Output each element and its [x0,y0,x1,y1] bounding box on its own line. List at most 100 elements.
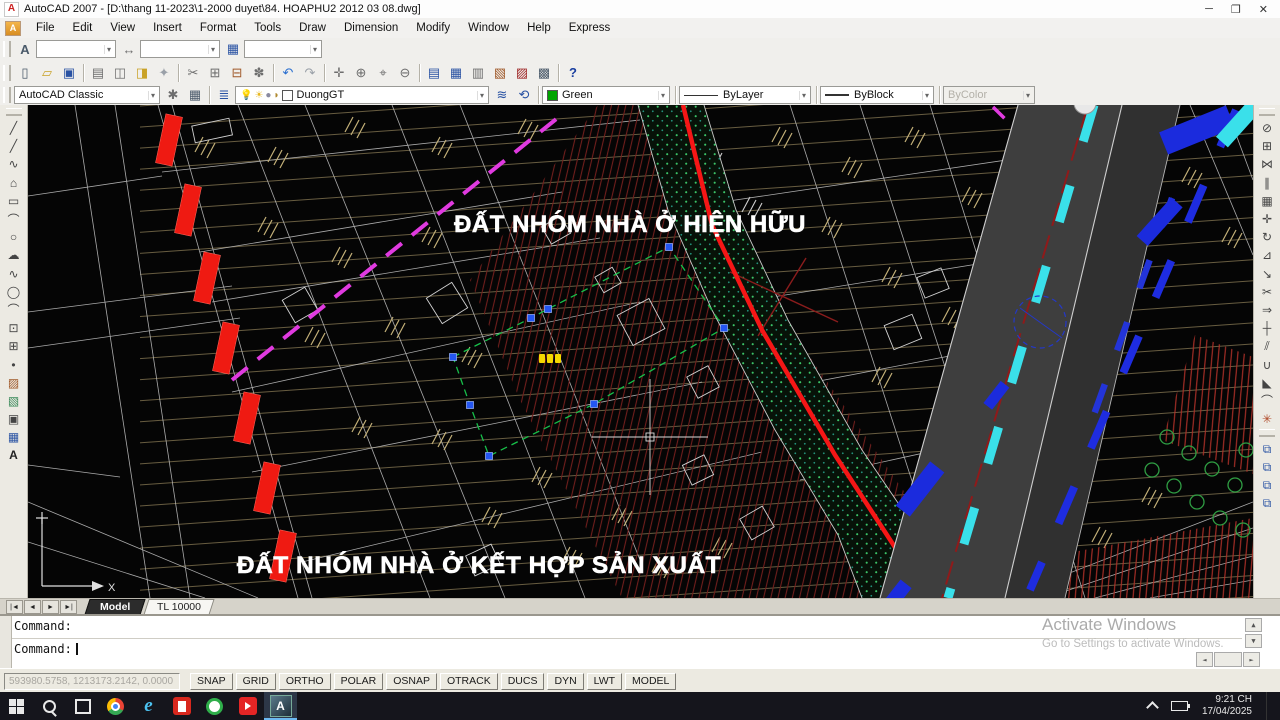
break-at-point-tool-icon[interactable]: ┼ [1256,319,1278,337]
rectangle-tool-icon[interactable]: ▭ [3,192,25,210]
save-icon[interactable]: ▣ [58,63,80,83]
ellipse-tool-icon[interactable]: ◯ [3,283,25,301]
stretch-tool-icon[interactable]: ↘ [1256,265,1278,283]
tray-expand-icon[interactable] [1146,701,1159,714]
taskbar-coccoc[interactable] [198,692,231,720]
tab-last-button[interactable]: ►| [60,600,77,614]
offset-tool-icon[interactable]: ∥ [1256,174,1278,192]
task-view-button[interactable] [66,692,99,720]
tab-model[interactable]: Model [84,599,146,615]
break-tool-icon[interactable]: ⫽ [1256,337,1278,355]
join-tool-icon[interactable]: ∪ [1256,355,1278,373]
match-properties-icon[interactable]: ✽ [248,63,270,83]
text-style-combo[interactable]: ▾ [36,40,116,58]
toolbar-grip[interactable] [6,108,22,116]
osnap-toggle[interactable]: OSNAP [386,673,437,690]
toolbar-grip[interactable] [3,87,11,103]
maximize-button[interactable]: ❐ [1231,3,1241,16]
designcenter-icon[interactable]: ▦ [445,63,467,83]
array-tool-icon[interactable]: ▦ [1256,192,1278,210]
lwt-toggle[interactable]: LWT [587,673,622,690]
trim-tool-icon[interactable]: ✂ [1256,283,1278,301]
color-combo[interactable]: Green▾ [542,86,670,104]
layer-properties-icon[interactable]: ≣ [213,85,235,105]
menu-dimension[interactable]: Dimension [335,20,407,36]
hatch-tool-icon[interactable]: ▨ [3,374,25,392]
tab-next-button[interactable]: ► [42,600,59,614]
draworder-front-icon[interactable]: ⧉ [1256,440,1278,458]
construction-line-tool-icon[interactable]: ╱ [3,137,25,155]
command-line-window[interactable]: Command: Command: ▲ ▼ ◄ ► [0,614,1280,670]
ellipse-arc-tool-icon[interactable]: ⌒ [3,301,25,319]
mirror-tool-icon[interactable]: ⋈ [1256,155,1278,173]
sheet-set-manager-icon[interactable]: ▧ [489,63,511,83]
draworder-under-icon[interactable]: ⧉ [1256,495,1278,513]
workspace-combo[interactable]: AutoCAD Classic▾ [14,86,160,104]
menu-express[interactable]: Express [560,20,620,36]
ortho-toggle[interactable]: ORTHO [279,673,331,690]
toolbar-grip[interactable] [3,41,11,57]
lineweight-combo[interactable]: ByBlock▾ [820,86,934,104]
make-block-tool-icon[interactable]: ⊞ [3,337,25,355]
menu-edit[interactable]: Edit [64,20,102,36]
properties-icon[interactable]: ▤ [423,63,445,83]
taskbar-red-app[interactable] [165,692,198,720]
minimize-button[interactable]: ─ [1205,3,1213,16]
copy-clip-icon[interactable]: ⊞ [204,63,226,83]
zoom-realtime-icon[interactable]: ⊕ [350,63,372,83]
help-icon[interactable]: ? [562,63,584,83]
line-tool-icon[interactable]: ╱ [3,119,25,137]
taskbar-search-button[interactable] [33,692,66,720]
save-workspace-icon[interactable]: ▦ [184,85,206,105]
draworder-above-icon[interactable]: ⧉ [1256,477,1278,495]
region-tool-icon[interactable]: ▣ [3,410,25,428]
undo-icon[interactable]: ↶ [277,63,299,83]
menu-modify[interactable]: Modify [407,20,459,36]
layer-combo[interactable]: 💡 ☀ ● ◗ DuongGT▾ [235,86,489,104]
toolbar-grip[interactable] [3,65,11,81]
scroll-left-icon[interactable]: ◄ [1196,652,1213,667]
tool-palettes-icon[interactable]: ▥ [467,63,489,83]
extend-tool-icon[interactable]: ⇒ [1256,301,1278,319]
new-icon[interactable]: ▯ [14,63,36,83]
plot-icon[interactable]: ▤ [87,63,109,83]
fillet-tool-icon[interactable]: ⌒ [1256,392,1278,410]
paste-icon[interactable]: ⊟ [226,63,248,83]
command-horizontal-scrollbar[interactable]: ◄ ► [1196,652,1260,667]
zoom-previous-icon[interactable]: ⊖ [394,63,416,83]
scroll-down-icon[interactable]: ▼ [1245,634,1262,648]
tab-prev-button[interactable]: ◄ [24,600,41,614]
plot-preview-icon[interactable]: ◫ [109,63,131,83]
layer-previous-icon[interactable]: ⟲ [513,85,535,105]
tab-layout-tl10000[interactable]: TL 10000 [144,599,215,615]
linetype-combo[interactable]: ByLayer▾ [679,86,811,104]
spline-tool-icon[interactable]: ∿ [3,265,25,283]
make-layer-current-icon[interactable]: ≋ [491,85,513,105]
publish-icon[interactable]: ◨ [131,63,153,83]
redo-icon[interactable]: ↷ [299,63,321,83]
dyn-toggle[interactable]: DYN [547,673,583,690]
toolbar-grip[interactable] [1259,108,1275,116]
explode-tool-icon[interactable]: ✳ [1256,410,1278,428]
ducs-toggle[interactable]: DUCS [501,673,545,690]
3d-dwf-icon[interactable]: ✦ [153,63,175,83]
otrack-toggle[interactable]: OTRACK [440,673,498,690]
zoom-window-icon[interactable]: ⌖ [372,63,394,83]
command-prompt-line[interactable]: Command: [14,642,78,656]
menu-insert[interactable]: Insert [144,20,191,36]
table-style-combo[interactable]: ▾ [244,40,322,58]
polygon-tool-icon[interactable]: ⌂ [3,174,25,192]
rotate-tool-icon[interactable]: ↻ [1256,228,1278,246]
gradient-tool-icon[interactable]: ▧ [3,392,25,410]
revcloud-tool-icon[interactable]: ☁ [3,246,25,264]
mtext-tool-icon[interactable]: A [3,446,25,464]
insert-block-tool-icon[interactable]: ⊡ [3,319,25,337]
arc-tool-icon[interactable]: ⌒ [3,210,25,228]
snap-toggle[interactable]: SNAP [190,673,233,690]
pan-icon[interactable]: ✛ [328,63,350,83]
erase-tool-icon[interactable]: ⊘ [1256,119,1278,137]
model-toggle[interactable]: MODEL [625,673,676,690]
menu-view[interactable]: View [101,20,144,36]
menu-help[interactable]: Help [518,20,560,36]
taskbar-chrome[interactable] [99,692,132,720]
